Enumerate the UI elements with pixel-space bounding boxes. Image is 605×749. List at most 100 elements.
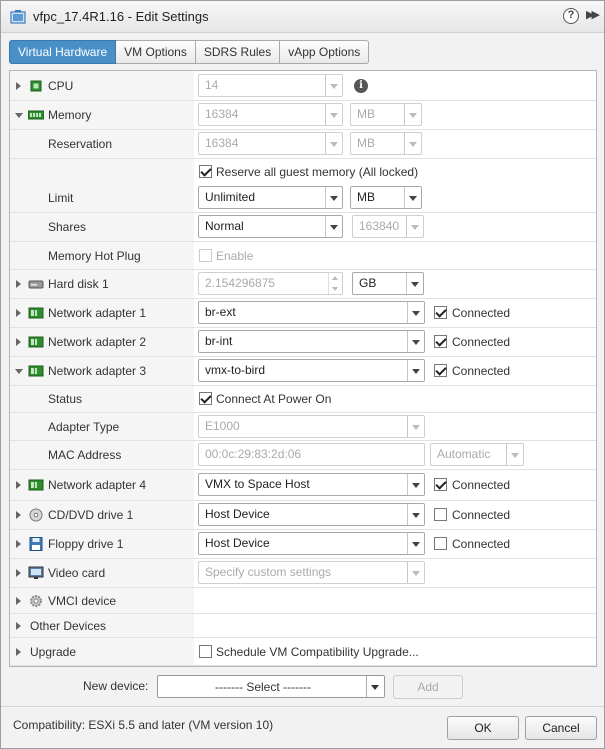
reserve-all-label: Reserve all guest memory (All locked) (216, 164, 419, 179)
reserve-all-checkbox[interactable] (199, 164, 212, 178)
memory-size-input[interactable]: 16384 (198, 103, 343, 126)
connected-label: Connected (452, 537, 511, 551)
mac-mode-select[interactable]: Automatic (430, 443, 524, 466)
network-adapter-label: Network adapter 3 (48, 364, 147, 378)
chevron-down-icon (407, 474, 424, 495)
expand-arrow-icon[interactable] (16, 596, 21, 605)
hot-plug-enable-checkbox[interactable] (199, 248, 212, 262)
reservation-input[interactable]: 16384 (198, 132, 343, 155)
expand-arrow-icon[interactable] (16, 647, 21, 656)
chevron-down-icon (325, 216, 342, 237)
expand-arrow-icon[interactable] (16, 621, 21, 630)
chevron-down-icon (325, 187, 342, 208)
cd-dvd-icon (29, 508, 43, 522)
expand-arrow-icon[interactable] (16, 481, 21, 489)
network-select[interactable]: VMX to Space Host (198, 473, 425, 496)
adapter-type-select[interactable]: E1000 (198, 414, 425, 438)
collapse-arrow-icon[interactable] (15, 113, 23, 118)
tab-bar: Virtual Hardware VM Options SDRS Rules v… (9, 40, 370, 64)
add-device-button[interactable]: Add (393, 675, 463, 699)
cpu-count-select[interactable]: 14 (198, 73, 343, 97)
reservation-unit-select[interactable]: MB (350, 132, 422, 155)
help-icon[interactable]: ? (563, 8, 579, 24)
expand-arrow-icon[interactable] (16, 81, 21, 90)
network-select[interactable]: br-int (198, 330, 425, 353)
cancel-button[interactable]: Cancel (525, 716, 597, 740)
network-select[interactable]: br-ext (198, 301, 425, 324)
memory-unit-select[interactable]: MB (350, 103, 422, 126)
tab-sdrs-rules[interactable]: SDRS Rules (195, 40, 281, 64)
status-label: Status (48, 392, 83, 406)
chevron-down-icon (407, 415, 424, 437)
network-adapter-label: Network adapter 1 (48, 306, 147, 320)
expand-arrow-icon[interactable] (16, 338, 21, 346)
hard-disk-unit-select[interactable]: GB (352, 272, 424, 295)
video-card-select[interactable]: Specify custom settings (198, 561, 425, 584)
hard-disk-size-input[interactable]: 2.154296875 (198, 272, 343, 295)
virtual-machine-icon (10, 10, 26, 24)
network-adapter-label: Network adapter 4 (48, 478, 147, 492)
hot-plug-enable-label: Enable (216, 248, 254, 263)
info-icon[interactable]: i (354, 78, 368, 93)
upgrade-row: Upgrade Schedule VM Compatibility Upgrad… (10, 638, 596, 666)
expand-icon[interactable]: ▶▶ (586, 8, 600, 21)
connected-checkbox[interactable] (434, 537, 447, 550)
new-device-select[interactable]: ------- Select ------- (157, 675, 385, 698)
expand-arrow-icon[interactable] (16, 569, 21, 577)
ok-button[interactable]: OK (447, 716, 519, 740)
spinner-icon (328, 273, 342, 294)
tab-virtual-hardware[interactable]: Virtual Hardware (9, 40, 117, 64)
shares-row: Shares Normal 163840 (10, 213, 596, 242)
connected-label: Connected (452, 306, 511, 320)
shares-number-input[interactable]: 163840 (352, 215, 424, 238)
connected-checkbox[interactable] (434, 478, 447, 491)
collapse-arrow-icon[interactable] (15, 369, 23, 374)
adapter-type-label: Adapter Type (48, 419, 120, 434)
shares-select[interactable]: Normal (198, 215, 343, 238)
vmci-gear-icon (30, 594, 42, 607)
chevron-down-icon (366, 676, 384, 697)
new-device-label: New device: (83, 679, 149, 693)
limit-label: Limit (48, 191, 74, 205)
expand-arrow-icon[interactable] (16, 309, 21, 317)
network-adapter-icon (28, 479, 44, 491)
chevron-down-icon (506, 444, 523, 465)
network-adapter-icon (28, 365, 44, 377)
network-adapter-row: Network adapter 1 br-ext Connected (10, 299, 596, 328)
floppy-label: Floppy drive 1 (48, 537, 124, 551)
tab-vapp-options[interactable]: vApp Options (280, 40, 370, 64)
schedule-upgrade-label: Schedule VM Compatibility Upgrade... (216, 644, 419, 659)
memory-hot-plug-label: Memory Hot Plug (48, 248, 141, 263)
memory-hot-plug-row: Memory Hot Plug Enable (10, 242, 596, 270)
cd-dvd-label: CD/DVD drive 1 (48, 508, 134, 522)
hardware-panel: CPU 14 i Memory 16384 MB Reservation 163… (9, 70, 597, 667)
schedule-upgrade-checkbox[interactable] (199, 644, 212, 658)
mac-address-input[interactable]: 00:0c:29:83:2d:06 (198, 443, 425, 466)
connected-checkbox[interactable] (434, 306, 447, 319)
memory-row: Memory 16384 MB (10, 101, 596, 130)
connected-checkbox[interactable] (434, 335, 447, 348)
connected-label: Connected (452, 335, 511, 349)
chevron-down-icon (407, 533, 424, 554)
cd-dvd-select[interactable]: Host Device (198, 503, 425, 526)
connected-checkbox[interactable] (434, 364, 447, 377)
expand-arrow-icon[interactable] (16, 540, 21, 548)
hard-disk-label: Hard disk 1 (48, 277, 109, 291)
limit-input[interactable]: Unlimited (198, 186, 343, 209)
limit-row: Limit Unlimited MB (10, 184, 596, 213)
edit-settings-dialog: vfpc_17.4R1.16 - Edit Settings ? ▶▶ Virt… (0, 0, 605, 749)
connect-at-power-on-checkbox[interactable] (199, 392, 212, 405)
connected-checkbox[interactable] (434, 508, 447, 521)
expand-arrow-icon[interactable] (16, 511, 21, 519)
memory-icon (28, 110, 44, 120)
other-devices-row: Other Devices (10, 614, 596, 638)
tab-vm-options[interactable]: VM Options (116, 40, 196, 64)
network-select[interactable]: vmx-to-bird (198, 359, 425, 382)
upgrade-label: Upgrade (30, 644, 77, 659)
limit-unit-select[interactable]: MB (350, 186, 422, 209)
network-adapter-icon (28, 307, 44, 319)
floppy-select[interactable]: Host Device (198, 532, 425, 555)
connected-label: Connected (452, 478, 511, 492)
expand-arrow-icon[interactable] (16, 280, 21, 288)
status-row: Status Connect At Power On (10, 386, 596, 413)
